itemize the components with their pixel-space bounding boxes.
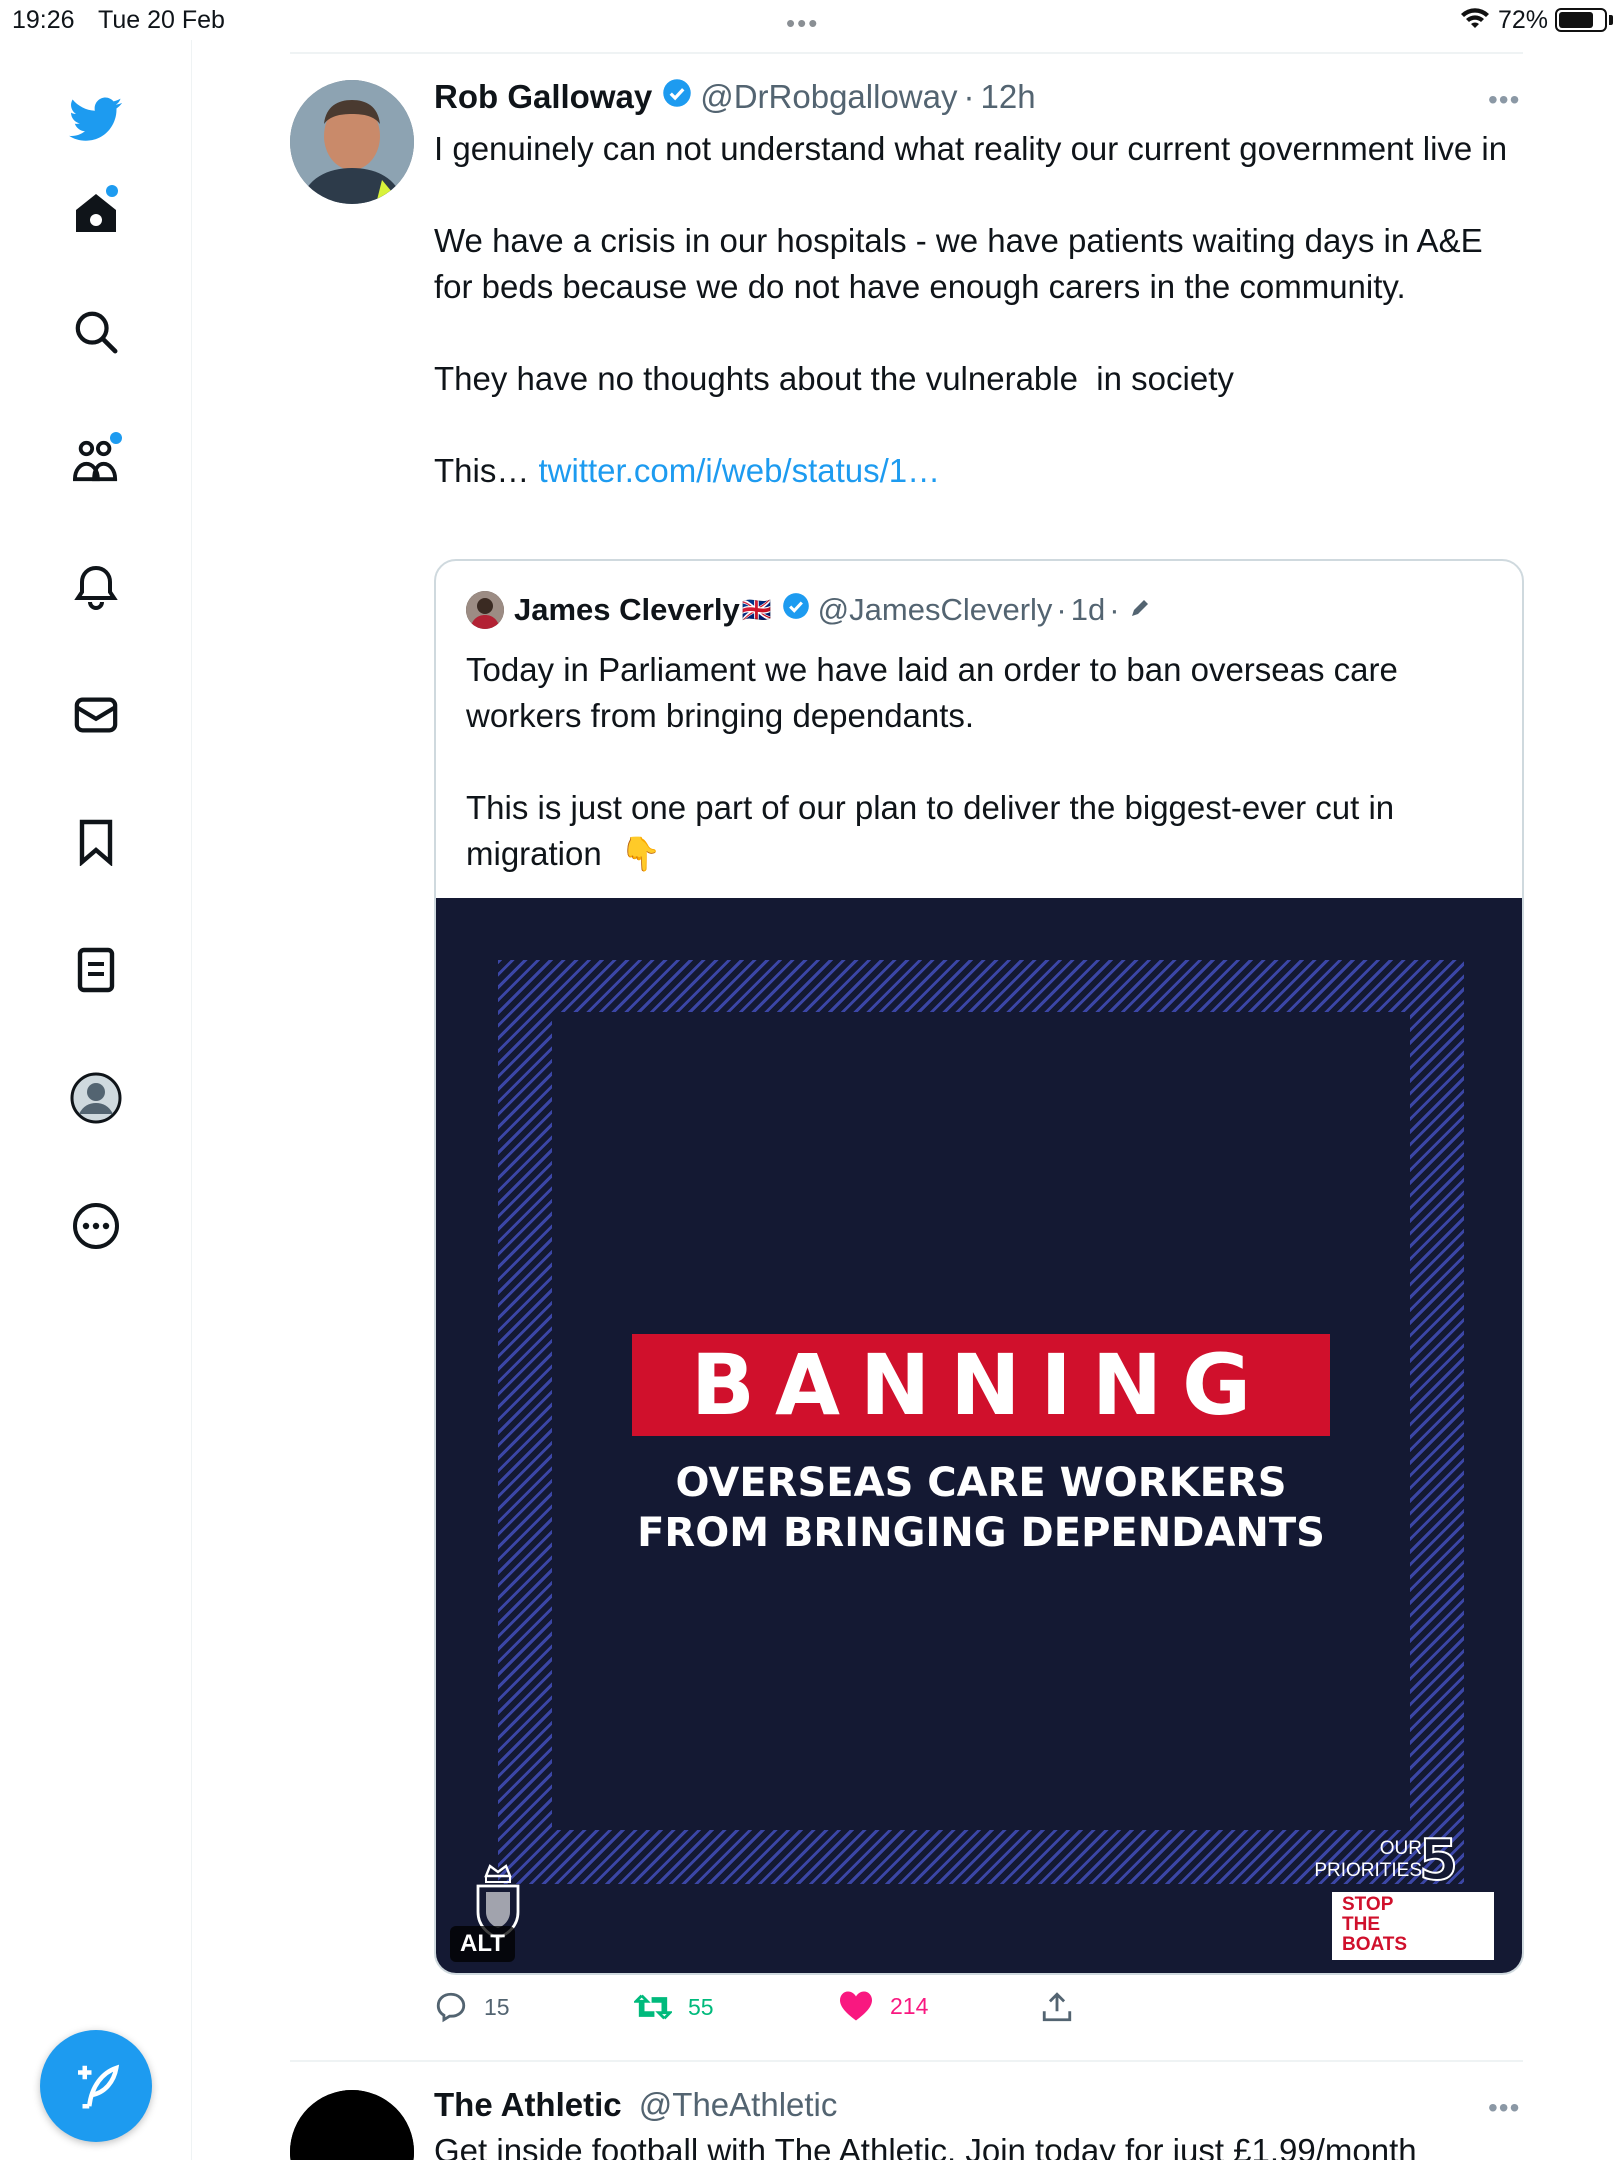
next-author-name[interactable]: The Athletic — [434, 2086, 622, 2123]
share-button[interactable] — [1040, 1990, 1074, 2024]
reply-count: 15 — [484, 1993, 510, 2020]
communities-icon[interactable] — [66, 430, 126, 490]
stop-the-boats-line-1: STOP — [1342, 1894, 1394, 1915]
priorities-label-1: OUR — [1379, 1838, 1422, 1859]
stop-the-boats-line-2: THE — [1342, 1914, 1380, 1935]
home-icon[interactable] — [66, 183, 126, 243]
quoted-tweet-header: James Cleverly 🇬🇧 @JamesCleverly · 1d · — [466, 591, 1152, 629]
image-subhead-line-1: OVERSEAS CARE WORKERS — [675, 1460, 1287, 1506]
stop-the-boats-box: STOP THE BOATS — [1332, 1892, 1494, 1960]
author-handle[interactable]: @DrRobgalloway — [700, 78, 957, 116]
tweet-more-icon[interactable]: ••• — [1488, 84, 1520, 116]
explore-search-icon[interactable] — [66, 302, 126, 362]
twitter-logo-icon[interactable] — [66, 90, 126, 150]
author-avatar[interactable] — [290, 80, 414, 204]
battery-icon — [1555, 8, 1607, 32]
more-options-icon[interactable] — [66, 1196, 126, 1256]
image-subhead: OVERSEAS CARE WORKERS FROM BRINGING DEPE… — [532, 1458, 1430, 1558]
battery-percent: 72% — [1498, 6, 1549, 34]
image-banner: BANNING — [632, 1334, 1330, 1436]
retweet-icon — [634, 1994, 672, 2020]
author-name[interactable]: Rob Galloway — [434, 78, 652, 116]
alt-text-badge[interactable]: ALT — [450, 1926, 515, 1962]
notifications-bell-icon[interactable] — [66, 558, 126, 618]
tweet-header: Rob Galloway @DrRobgalloway · 12h — [434, 78, 1036, 116]
quoted-author-handle: @JamesCleverly — [817, 592, 1053, 627]
reply-icon — [436, 1992, 466, 2023]
image-banner-text: BANNING — [690, 1336, 1272, 1434]
quoted-verified-badge-icon — [782, 592, 810, 628]
our-priorities-logo: OUR PRIORITIES 5 STOP THE BOATS — [1314, 1827, 1494, 1964]
priorities-number: 5 — [1418, 1827, 1459, 1894]
quoted-author-name: James Cleverly — [514, 592, 740, 627]
tweet-time[interactable]: 12h — [980, 78, 1035, 116]
tweet-actions: 15 55 214 — [434, 1990, 1134, 2030]
next-author-handle[interactable]: @TheAthletic — [639, 2086, 838, 2123]
home-notification-dot — [106, 185, 118, 197]
multitasking-dots-icon[interactable]: ••• — [786, 8, 819, 39]
quoted-tweet-image[interactable]: BANNING OVERSEAS CARE WORKERS FROM BRING… — [436, 898, 1522, 1973]
next-tweet-header: The Athletic @TheAthletic — [434, 2086, 837, 2124]
next-author-avatar[interactable] — [290, 2090, 414, 2160]
status-date: Tue 20 Feb — [98, 6, 225, 34]
tweet-link[interactable]: twitter.com/i/web/status/1… — [539, 452, 941, 489]
bookmarks-icon[interactable] — [66, 812, 126, 872]
wifi-icon — [1460, 6, 1490, 37]
compose-feather-icon — [78, 2064, 120, 2109]
status-time: 19:26 — [12, 6, 75, 34]
lists-icon[interactable] — [66, 940, 126, 1000]
heart-icon — [840, 1991, 872, 2021]
priorities-label-2: PRIORITIES — [1314, 1860, 1422, 1881]
retweet-count: 55 — [688, 1993, 714, 2020]
next-tweet-text: Get inside football with The Athletic. J… — [434, 2132, 1417, 2160]
tweet-body: I genuinely can not understand what real… — [434, 126, 1524, 494]
uk-flag-icon: 🇬🇧 — [741, 596, 772, 624]
quoted-tweet-time: 1d — [1070, 592, 1106, 627]
retweet-button[interactable]: 55 — [634, 1990, 714, 2024]
reply-button[interactable]: 15 — [434, 1990, 510, 2024]
communities-notification-dot — [110, 432, 122, 444]
stop-the-boats-line-3: BOATS — [1342, 1934, 1408, 1955]
tweet-divider — [290, 2060, 1523, 2062]
share-icon — [1042, 1992, 1072, 2022]
next-tweet-more-icon[interactable]: ••• — [1488, 2092, 1520, 2124]
compose-tweet-button[interactable] — [40, 2030, 152, 2142]
like-button[interactable]: 214 — [838, 1990, 928, 2022]
messages-icon[interactable] — [66, 685, 126, 745]
tweet-text: I genuinely can not understand what real… — [434, 130, 1508, 489]
like-count: 214 — [890, 1992, 929, 2019]
status-bar: 19:26 Tue 20 Feb ••• 72% — [0, 0, 1620, 40]
feed-divider — [290, 52, 1523, 54]
profile-avatar-icon[interactable] — [66, 1068, 126, 1128]
sidebar — [0, 40, 192, 2160]
verified-badge-icon — [662, 78, 692, 116]
edited-pencil-icon — [1128, 592, 1152, 628]
quoted-tweet[interactable]: James Cleverly 🇬🇧 @JamesCleverly · 1d · … — [434, 559, 1524, 1975]
quoted-tweet-text: Today in Parliament we have laid an orde… — [466, 651, 1398, 872]
quoted-author-avatar — [466, 591, 504, 629]
image-subhead-line-2: FROM BRINGING DEPENDANTS — [637, 1510, 1325, 1556]
